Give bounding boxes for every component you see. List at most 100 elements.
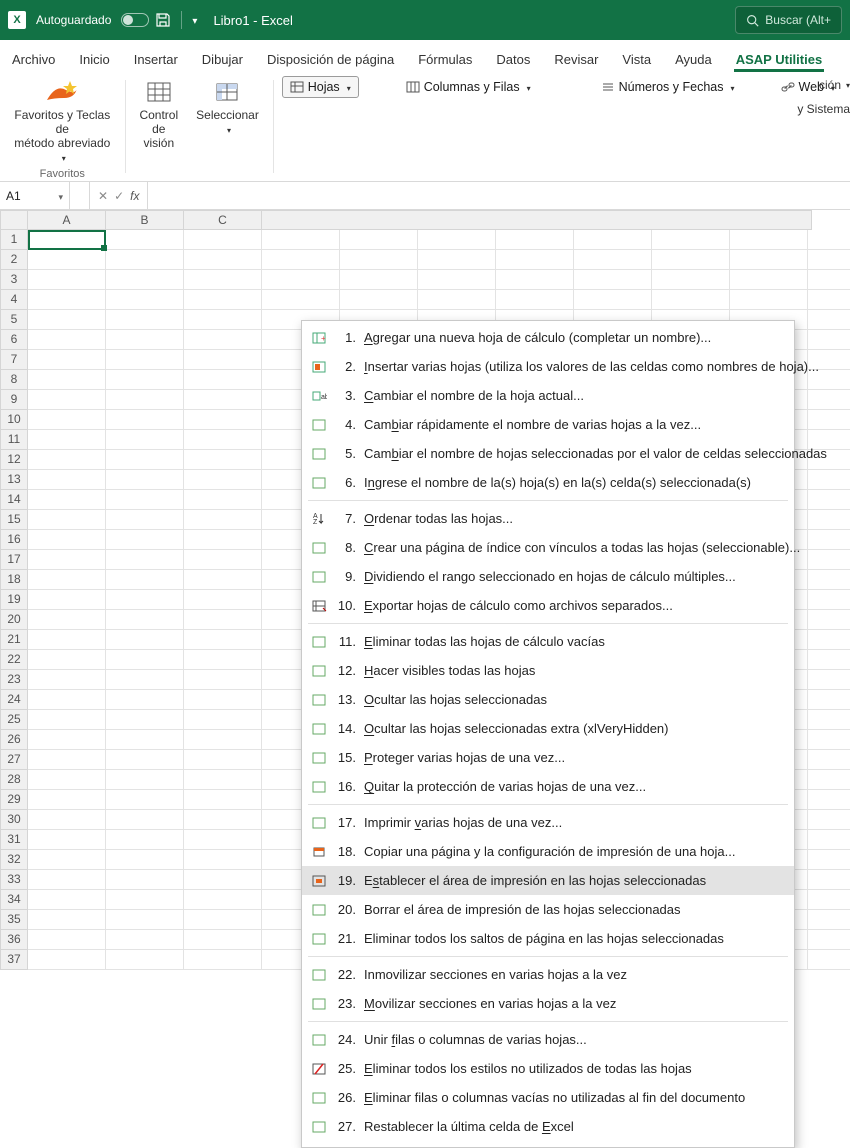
cell[interactable] [184,830,262,850]
favoritos-button[interactable]: Favoritos y Teclas de método abreviado [10,76,115,166]
cell[interactable] [184,890,262,910]
cell[interactable] [106,930,184,950]
tab-revisar[interactable]: Revisar [552,46,600,72]
cell[interactable] [184,570,262,590]
cell[interactable] [106,510,184,530]
cell[interactable] [106,750,184,770]
cell[interactable] [730,250,808,270]
cell[interactable] [808,730,850,750]
cell[interactable] [184,730,262,750]
row-header[interactable]: 10 [0,410,28,430]
row-header[interactable]: 24 [0,690,28,710]
cell[interactable] [418,230,496,250]
tab-dibujar[interactable]: Dibujar [200,46,245,72]
cell[interactable] [28,950,106,970]
cell[interactable] [184,410,262,430]
tab-asap-utilities[interactable]: ASAP Utilities [734,46,824,72]
cell[interactable] [184,330,262,350]
cell[interactable] [184,270,262,290]
menu-item[interactable]: 23.Movilizar secciones en varias hojas a… [302,989,794,1018]
cell[interactable] [808,330,850,350]
cell[interactable] [106,690,184,710]
row-header[interactable]: 14 [0,490,28,510]
cell[interactable] [184,850,262,870]
row-header[interactable]: 5 [0,310,28,330]
row-header[interactable]: 22 [0,650,28,670]
cell[interactable] [496,290,574,310]
menu-item[interactable]: 5.Cambiar el nombre de hojas seleccionad… [302,439,794,468]
cell[interactable] [184,630,262,650]
cell[interactable] [184,230,262,250]
name-box[interactable]: A1 [0,182,70,209]
row-header[interactable]: 31 [0,830,28,850]
row-header[interactable]: 21 [0,630,28,650]
cell[interactable] [262,230,340,250]
cell[interactable] [28,550,106,570]
cell[interactable] [106,530,184,550]
cell[interactable] [262,290,340,310]
cell[interactable] [28,250,106,270]
cell[interactable] [808,930,850,950]
cell[interactable] [808,310,850,330]
cell[interactable] [184,650,262,670]
cell[interactable] [106,950,184,970]
row-header[interactable]: 11 [0,430,28,450]
cell[interactable] [184,710,262,730]
menu-item[interactable]: 25.Eliminar todos los estilos no utiliza… [302,1054,794,1083]
cell[interactable] [106,590,184,610]
cell[interactable] [418,270,496,290]
row-header[interactable]: 18 [0,570,28,590]
cell[interactable] [106,490,184,510]
cell[interactable] [28,670,106,690]
cell[interactable] [106,850,184,870]
cell[interactable] [184,810,262,830]
menu-item[interactable]: 19.Establecer el área de impresión en la… [302,866,794,895]
row-header[interactable]: 20 [0,610,28,630]
cell[interactable] [808,570,850,590]
row-header[interactable]: 7 [0,350,28,370]
cell[interactable] [808,290,850,310]
cell[interactable] [808,830,850,850]
cell[interactable] [28,530,106,550]
cell[interactable] [574,270,652,290]
menu-item[interactable]: +1.Agregar una nueva hoja de cálculo (co… [302,323,794,352]
menu-item[interactable]: 21.Eliminar todos los saltos de página e… [302,924,794,953]
cell[interactable] [808,490,850,510]
cell[interactable] [106,270,184,290]
cell[interactable] [106,230,184,250]
cell[interactable] [106,290,184,310]
cell[interactable] [340,230,418,250]
cell[interactable] [28,930,106,950]
cell[interactable] [106,910,184,930]
cell[interactable] [418,250,496,270]
cell[interactable] [340,250,418,270]
cell[interactable] [184,370,262,390]
formula-input[interactable] [148,182,850,209]
menu-item[interactable]: 20.Borrar el área de impresión de las ho… [302,895,794,924]
row-header[interactable]: 4 [0,290,28,310]
cell[interactable] [808,410,850,430]
cell[interactable] [106,830,184,850]
cell[interactable] [496,270,574,290]
cell[interactable] [28,870,106,890]
cell[interactable] [574,250,652,270]
cell[interactable] [652,270,730,290]
cell[interactable] [28,770,106,790]
cell[interactable] [106,650,184,670]
cell[interactable] [808,550,850,570]
cell[interactable] [730,270,808,290]
cell[interactable] [28,850,106,870]
column-header[interactable]: C [184,210,262,230]
cell[interactable] [652,230,730,250]
cell[interactable] [184,350,262,370]
search-box[interactable]: Buscar (Alt+ [735,6,842,34]
cell[interactable] [808,790,850,810]
cell[interactable] [496,250,574,270]
cell[interactable] [28,430,106,450]
accept-formula-icon[interactable]: ✓ [114,189,124,203]
cell[interactable] [808,850,850,870]
row-header[interactable]: 6 [0,330,28,350]
cell[interactable] [28,630,106,650]
row-header[interactable]: 17 [0,550,28,570]
cell[interactable] [808,670,850,690]
